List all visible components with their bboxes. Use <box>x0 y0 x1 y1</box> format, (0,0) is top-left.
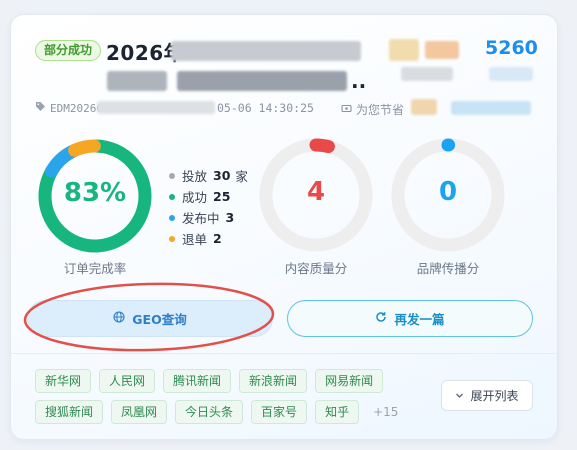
legend-dot <box>169 214 175 221</box>
status-badge: 部分成功 <box>35 40 102 61</box>
task-card: 部分成功 2026年 .. 5260 EDM20260 05-06 14:30:… <box>10 14 558 440</box>
refresh-icon <box>375 311 387 326</box>
legend-value: 30 <box>213 168 231 183</box>
title-redacted-2 <box>107 71 167 91</box>
media-tag[interactable]: 凤凰网 <box>111 400 168 424</box>
media-tag[interactable]: 人民网 <box>99 369 156 393</box>
media-row-2: 搜狐新闻 凤凰网 今日头条 百家号 知乎 +15 <box>35 400 435 424</box>
tag-icon <box>35 101 46 115</box>
chevron-down-icon <box>455 389 464 403</box>
media-row-1: 新华网 人民网 腾讯新闻 新浪新闻 网易新闻 <box>35 369 435 393</box>
info-redacted-4 <box>489 67 533 81</box>
geo-query-button[interactable]: GEO查询 <box>27 300 273 337</box>
refund-arc <box>68 139 101 157</box>
legend-label: 投放 <box>182 169 208 184</box>
title-ellipsis: .. <box>351 69 367 93</box>
media-tag[interactable]: 腾讯新闻 <box>163 369 232 393</box>
legend-unit: 家 <box>235 169 248 184</box>
globe-icon <box>113 311 125 326</box>
legend-value: 3 <box>225 210 235 225</box>
side-number: 5260 <box>485 37 538 59</box>
legend-value: 25 <box>213 189 231 204</box>
money-icon <box>341 103 352 117</box>
media-tag[interactable]: 今日头条 <box>175 400 244 424</box>
legend-label: 成功 <box>182 190 208 205</box>
content-quality-value: 4 <box>306 177 326 207</box>
title-redacted-3 <box>177 71 347 91</box>
legend-item: 退单 2 <box>169 228 248 249</box>
legend-item: 投放 30 家 <box>169 165 248 186</box>
info-redacted-1 <box>389 39 419 61</box>
republish-button[interactable]: 再发一篇 <box>287 300 533 337</box>
order-completion-value: 83% <box>63 178 127 208</box>
info-redacted-3 <box>401 67 453 81</box>
media-tag[interactable]: 网易新闻 <box>315 369 384 393</box>
order-completion-label: 订单完成率 <box>63 261 127 276</box>
republish-label: 再发一篇 <box>394 312 445 327</box>
order-legend: 投放 30 家成功 25 发布中 3 退单 2 <box>169 165 248 249</box>
savings-label: 为您节省 <box>356 103 405 117</box>
task-id-text: EDM20260 <box>50 101 103 115</box>
media-tag[interactable]: 知乎 <box>315 400 360 424</box>
expand-list-button[interactable]: 展开列表 <box>441 380 533 411</box>
content-quality-label: 内容质量分 <box>284 261 348 276</box>
quality-arc <box>309 138 335 154</box>
legend-label: 退单 <box>182 232 208 247</box>
brand-spread-value: 0 <box>438 177 458 207</box>
meta-redacted <box>97 101 215 114</box>
media-tags: 新华网 人民网 腾讯新闻 新浪新闻 网易新闻 搜狐新闻 凤凰网 今日头条 百家号 知乎 +15 <box>35 369 435 431</box>
geo-query-label: GEO查询 <box>132 312 187 327</box>
savings-redacted-1 <box>411 99 437 115</box>
more-count: +15 <box>373 405 399 419</box>
task-id: EDM20260 <box>35 101 103 115</box>
brand-spread-label: 品牌传播分 <box>416 261 480 276</box>
media-tag[interactable]: 新华网 <box>35 369 92 393</box>
savings-redacted-2 <box>451 101 531 115</box>
expand-list-label: 展开列表 <box>470 389 519 403</box>
legend-label: 发布中 <box>182 211 220 226</box>
legend-item: 发布中 3 <box>169 207 248 228</box>
divider <box>11 353 557 354</box>
info-redacted-2 <box>425 41 459 59</box>
task-time: 05-06 14:30:25 <box>217 101 314 115</box>
title-redacted-1 <box>171 41 361 61</box>
legend-item: 成功 25 <box>169 186 248 207</box>
media-tag[interactable]: 新浪新闻 <box>239 369 308 393</box>
legend-dot <box>169 193 175 200</box>
media-tag[interactable]: 百家号 <box>251 400 308 424</box>
legend-value: 2 <box>213 231 222 246</box>
legend-dot <box>169 235 175 242</box>
legend-dot <box>169 172 175 179</box>
media-tag[interactable]: 搜狐新闻 <box>35 400 104 424</box>
savings: 为您节省 <box>341 101 404 118</box>
